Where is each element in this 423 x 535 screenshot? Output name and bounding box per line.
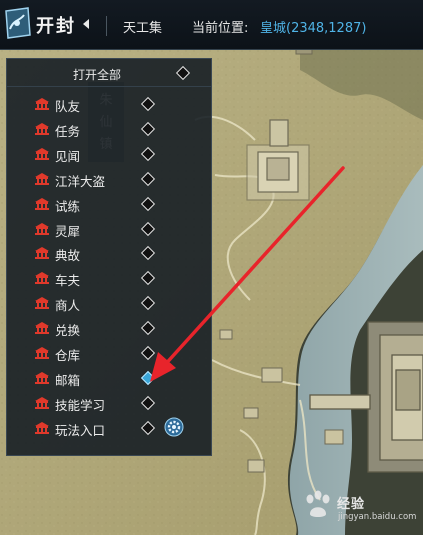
legend-item-label: 技能学习 bbox=[55, 397, 106, 413]
legend-item-label: 见闻 bbox=[55, 148, 81, 164]
legend-header: 打开全部 bbox=[7, 59, 211, 87]
legend-item[interactable]: 技能学习 bbox=[7, 390, 211, 415]
legend-item-label: 车夫 bbox=[55, 273, 81, 289]
legend-item-label: 兑换 bbox=[55, 323, 81, 339]
legend-item-toggle[interactable] bbox=[140, 121, 156, 136]
building-icon bbox=[35, 272, 49, 285]
legend-item-toggle[interactable] bbox=[140, 171, 156, 186]
legend-item[interactable]: 典故 bbox=[7, 240, 211, 265]
building-icon bbox=[35, 122, 49, 135]
legend-item-toggle[interactable] bbox=[140, 395, 156, 410]
legend-item[interactable]: 见闻 bbox=[7, 141, 211, 166]
area-name: 天工集 bbox=[123, 21, 163, 36]
legend-item[interactable]: 邮箱 bbox=[7, 365, 211, 390]
divider bbox=[106, 16, 107, 36]
building-icon bbox=[35, 222, 49, 235]
location-value: 皇城(2348,1287) bbox=[260, 21, 367, 36]
legend-item-label: 玩法入口 bbox=[55, 422, 106, 438]
legend-item[interactable]: 商人 bbox=[7, 290, 211, 315]
legend-item-toggle[interactable] bbox=[140, 246, 156, 261]
legend-item-label: 试练 bbox=[55, 198, 81, 214]
legend-item[interactable]: 灵犀 bbox=[7, 216, 211, 241]
city-dropdown-arrow-icon[interactable] bbox=[83, 19, 89, 29]
building-icon bbox=[35, 247, 49, 260]
legend-item-label: 任务 bbox=[55, 123, 81, 139]
legend-item[interactable]: 队友 bbox=[7, 91, 211, 116]
legend-item-toggle[interactable] bbox=[140, 420, 156, 435]
building-icon bbox=[35, 322, 49, 335]
legend-item-toggle[interactable] bbox=[140, 321, 156, 336]
legend-item[interactable]: 任务 bbox=[7, 116, 211, 141]
building-icon bbox=[35, 421, 49, 434]
building-icon bbox=[35, 98, 49, 110]
legend-item-toggle[interactable] bbox=[140, 196, 156, 211]
settings-gear-icon[interactable] bbox=[164, 417, 184, 437]
legend-item[interactable]: 玩法入口 bbox=[7, 415, 211, 440]
legend-item-label: 灵犀 bbox=[55, 223, 81, 239]
watermark-text: 经验 bbox=[337, 497, 366, 512]
building-icon bbox=[35, 371, 49, 384]
watermark-url: jingyan.baidu.com bbox=[338, 512, 417, 522]
city-name[interactable]: 开封 bbox=[36, 12, 76, 38]
building-icon bbox=[35, 172, 49, 185]
legend-item-toggle[interactable] bbox=[140, 146, 156, 161]
building-icon bbox=[35, 147, 49, 160]
legend-item-toggle[interactable] bbox=[140, 271, 156, 286]
legend-item[interactable]: 车夫 bbox=[7, 265, 211, 290]
legend-item-label: 典故 bbox=[55, 248, 81, 264]
open-all-toggle[interactable] bbox=[175, 65, 191, 81]
legend-item-toggle[interactable] bbox=[140, 296, 156, 311]
building-icon bbox=[35, 396, 49, 409]
location-label: 当前位置: bbox=[192, 21, 249, 36]
building-icon bbox=[35, 347, 49, 359]
legend-item-toggle[interactable] bbox=[140, 221, 156, 236]
legend-item-toggle[interactable] bbox=[140, 96, 156, 112]
legend-panel: 打开全部 队友任务见闻江洋大盗试练灵犀典故车夫商人兑换仓库邮箱技能学习玩法入口 bbox=[6, 58, 212, 456]
building-icon bbox=[35, 297, 49, 310]
legend-item-toggle[interactable] bbox=[140, 370, 156, 385]
legend-item-label: 商人 bbox=[55, 298, 81, 314]
baidu-paw-logo bbox=[306, 490, 330, 517]
map-logo-icon[interactable] bbox=[2, 5, 32, 41]
legend-item-label: 邮箱 bbox=[55, 372, 81, 388]
legend-item[interactable]: 仓库 bbox=[7, 340, 211, 365]
legend-item[interactable]: 江洋大盗 bbox=[7, 166, 211, 191]
legend-item-label: 队友 bbox=[55, 99, 81, 114]
top-bar: 开封 天工集 当前位置: 皇城(2348,1287) bbox=[0, 0, 423, 50]
legend-item-label: 江洋大盗 bbox=[55, 173, 106, 189]
open-all-label: 打开全部 bbox=[73, 68, 122, 82]
building-icon bbox=[35, 197, 49, 210]
legend-item[interactable]: 兑换 bbox=[7, 315, 211, 340]
legend-item-label: 仓库 bbox=[55, 348, 81, 363]
legend-item-toggle[interactable] bbox=[140, 345, 156, 361]
legend-item[interactable]: 试练 bbox=[7, 191, 211, 216]
